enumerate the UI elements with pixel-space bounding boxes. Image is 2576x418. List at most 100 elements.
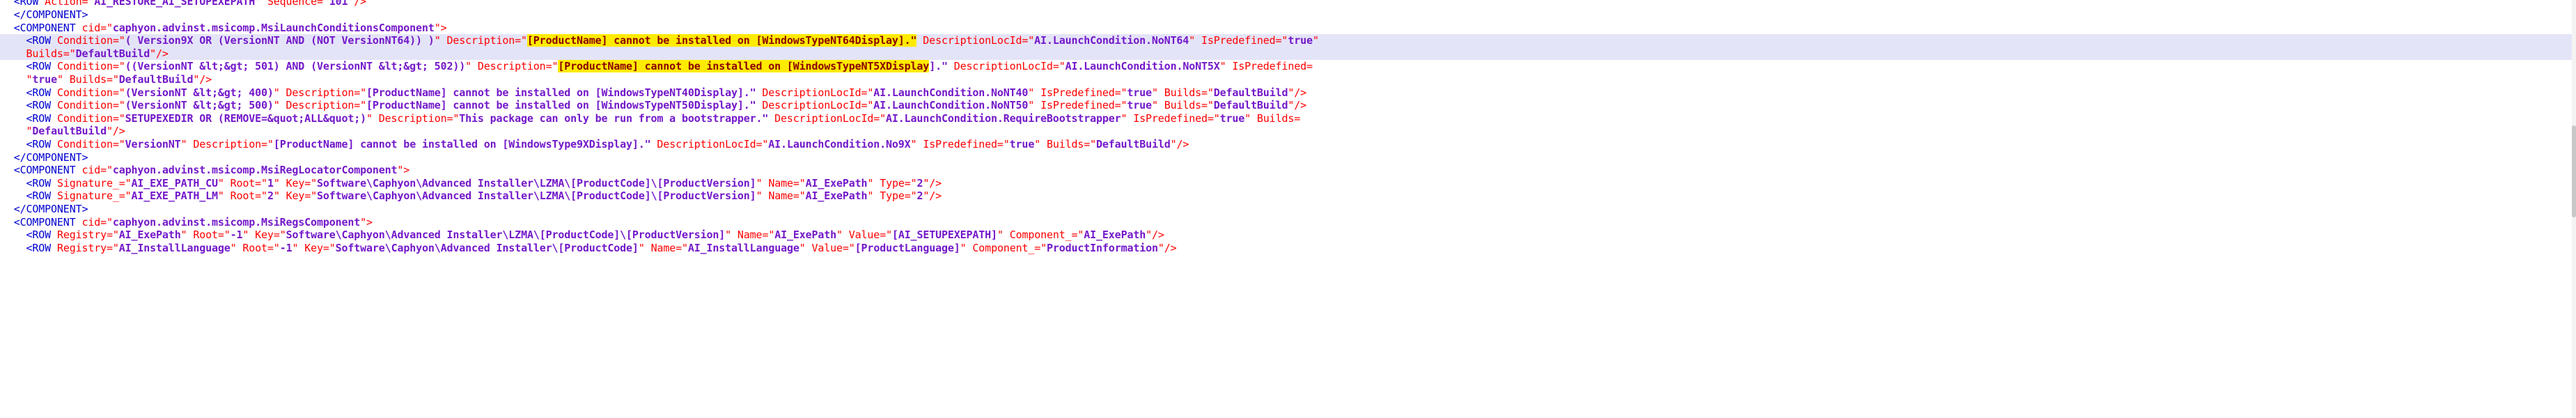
code-token: =" bbox=[861, 99, 874, 112]
code-token: Key bbox=[304, 241, 323, 254]
code-token: <COMPONENT bbox=[13, 215, 76, 229]
code-line[interactable]: <ROW Condition="SETUPEXEDIR OR (REMOVE=&… bbox=[0, 112, 2576, 125]
code-token: Builds bbox=[1046, 137, 1084, 150]
code-line[interactable]: "DefaultBuild"/> bbox=[0, 125, 2576, 138]
code-token: =" bbox=[81, 0, 95, 8]
code-token: DefaultBuild bbox=[32, 125, 107, 138]
vertical-scrollbar-track[interactable] bbox=[2572, 0, 2576, 418]
code-token: =" bbox=[316, 0, 329, 8]
code-token: IsPredefined bbox=[1201, 34, 1276, 47]
code-token: " bbox=[180, 137, 194, 150]
code-token: ]." bbox=[929, 60, 948, 73]
code-token: "/> bbox=[923, 176, 942, 189]
code-token: " bbox=[1219, 60, 1233, 73]
code-line[interactable]: <ROW Condition="VersionNT" Description="… bbox=[0, 138, 2576, 151]
code-token: Key bbox=[255, 229, 274, 242]
code-token: "/> bbox=[150, 47, 169, 60]
vertical-scrollbar-thumb[interactable] bbox=[2572, 125, 2576, 217]
code-line[interactable]: Builds="DefaultBuild"/> bbox=[0, 47, 2576, 61]
code-token: -1 bbox=[230, 229, 243, 242]
code-line[interactable]: <ROW Registry="AI_InstallLanguage" Root=… bbox=[0, 242, 2576, 255]
code-token: Condition bbox=[51, 34, 113, 47]
code-line[interactable]: <ROW Condition="(VersionNT &lt;&gt; 400)… bbox=[0, 86, 2576, 100]
code-token: AI_ExePath bbox=[805, 176, 868, 189]
code-token: ProductInformation bbox=[1047, 241, 1158, 254]
code-token: cid bbox=[75, 215, 101, 229]
code-token: Root bbox=[193, 229, 218, 242]
code-token: true bbox=[1127, 99, 1152, 112]
code-token: DefaultBuild bbox=[1096, 137, 1171, 150]
code-token: Value bbox=[848, 229, 880, 242]
code-token: <ROW bbox=[26, 189, 52, 203]
code-token: " bbox=[273, 99, 286, 112]
code-token: " bbox=[638, 241, 651, 254]
code-token: =" bbox=[1114, 99, 1127, 112]
code-token: Builds bbox=[26, 47, 63, 60]
code-token: <ROW bbox=[26, 34, 52, 47]
code-line[interactable]: <ROW Signature_="AI_EXE_PATH_LM" Root="2… bbox=[0, 189, 2576, 203]
code-token: = bbox=[1294, 111, 1301, 125]
code-line[interactable]: </COMPONENT> bbox=[0, 203, 2576, 216]
code-token: DefaultBuild bbox=[1213, 99, 1288, 112]
code-token: =" bbox=[118, 176, 132, 189]
code-token: [AI_SETUPEXEPATH] bbox=[891, 229, 997, 242]
code-token: Description bbox=[286, 86, 354, 99]
code-lines-container[interactable]: <ROW Action="AI_RESTORE_AI_SETUPEXEPATH"… bbox=[0, 0, 2576, 254]
code-token: " bbox=[56, 72, 70, 86]
code-token: Software\Caphyon\Advanced Installer\LZMA… bbox=[286, 229, 726, 242]
code-token: Description bbox=[286, 99, 354, 112]
code-token: Component_ bbox=[972, 241, 1035, 254]
code-token: DefaultBuild bbox=[1213, 86, 1288, 99]
code-token: =" bbox=[112, 34, 125, 47]
code-token: SETUPEXEDIR OR (REMOVE=&quot;ALL&quot;) bbox=[125, 111, 367, 125]
code-line[interactable]: <ROW Registry="AI_ExePath" Root="-1" Key… bbox=[0, 229, 2576, 242]
code-token: =" bbox=[112, 99, 125, 112]
code-token: " bbox=[217, 176, 231, 189]
code-token: Software\Caphyon\Advanced Installer\LZMA… bbox=[317, 189, 756, 203]
code-token: "> bbox=[360, 215, 373, 229]
code-line[interactable]: <ROW Action="AI_RESTORE_AI_SETUPEXEPATH"… bbox=[0, 0, 2576, 8]
code-token: =" bbox=[112, 137, 125, 150]
xml-code-editor[interactable]: <ROW Action="AI_RESTORE_AI_SETUPEXEPATH"… bbox=[0, 0, 2576, 418]
code-token: =" bbox=[1052, 60, 1065, 73]
code-token: =" bbox=[107, 72, 119, 86]
code-line[interactable]: <ROW Condition="(VersionNT &lt;&gt; 500)… bbox=[0, 99, 2576, 112]
code-line[interactable]: <ROW Condition="( Version9X OR (VersionN… bbox=[0, 34, 2576, 47]
code-token: "/> bbox=[107, 125, 125, 138]
code-token: " bbox=[230, 241, 243, 254]
code-token: "/> bbox=[1146, 229, 1164, 242]
code-token: AI_EXE_PATH_CU bbox=[131, 176, 218, 189]
code-line[interactable]: </COMPONENT> bbox=[0, 151, 2576, 164]
code-token: =" bbox=[1201, 86, 1214, 99]
code-token: " bbox=[434, 34, 447, 47]
code-line[interactable]: <COMPONENT cid="caphyon.advinst.msicomp.… bbox=[0, 22, 2576, 35]
code-token: AI_ExePath bbox=[118, 229, 181, 242]
code-line[interactable]: <COMPONENT cid="caphyon.advinst.msicomp.… bbox=[0, 216, 2576, 229]
code-token: AI_InstallLanguage bbox=[687, 241, 799, 254]
code-line[interactable]: <ROW Signature_="AI_EXE_PATH_CU" Root="1… bbox=[0, 177, 2576, 190]
code-token: Root bbox=[230, 176, 256, 189]
code-line[interactable]: <COMPONENT cid="caphyon.advinst.msicomp.… bbox=[0, 164, 2576, 177]
code-token: " bbox=[273, 86, 286, 99]
code-token: =" bbox=[112, 111, 125, 125]
code-token: =" bbox=[261, 137, 274, 150]
code-token: IsPredefined bbox=[1040, 99, 1115, 112]
code-token: <ROW bbox=[26, 176, 52, 189]
code-token: <ROW bbox=[26, 60, 52, 73]
code-token: true bbox=[1288, 34, 1313, 47]
code-line[interactable]: <ROW Condition="((VersionNT &lt;&gt; 501… bbox=[0, 60, 2576, 73]
code-token: =" bbox=[676, 241, 688, 254]
code-token: Builds bbox=[1256, 111, 1295, 125]
code-token: =" bbox=[1201, 99, 1214, 112]
code-token: =" bbox=[1114, 86, 1127, 99]
code-token: true bbox=[1009, 137, 1035, 150]
code-line[interactable]: </COMPONENT> bbox=[0, 8, 2576, 22]
code-line[interactable]: "true" Builds="DefaultBuild"/> bbox=[0, 73, 2576, 86]
code-token: [ProductLanguage] bbox=[854, 241, 960, 254]
